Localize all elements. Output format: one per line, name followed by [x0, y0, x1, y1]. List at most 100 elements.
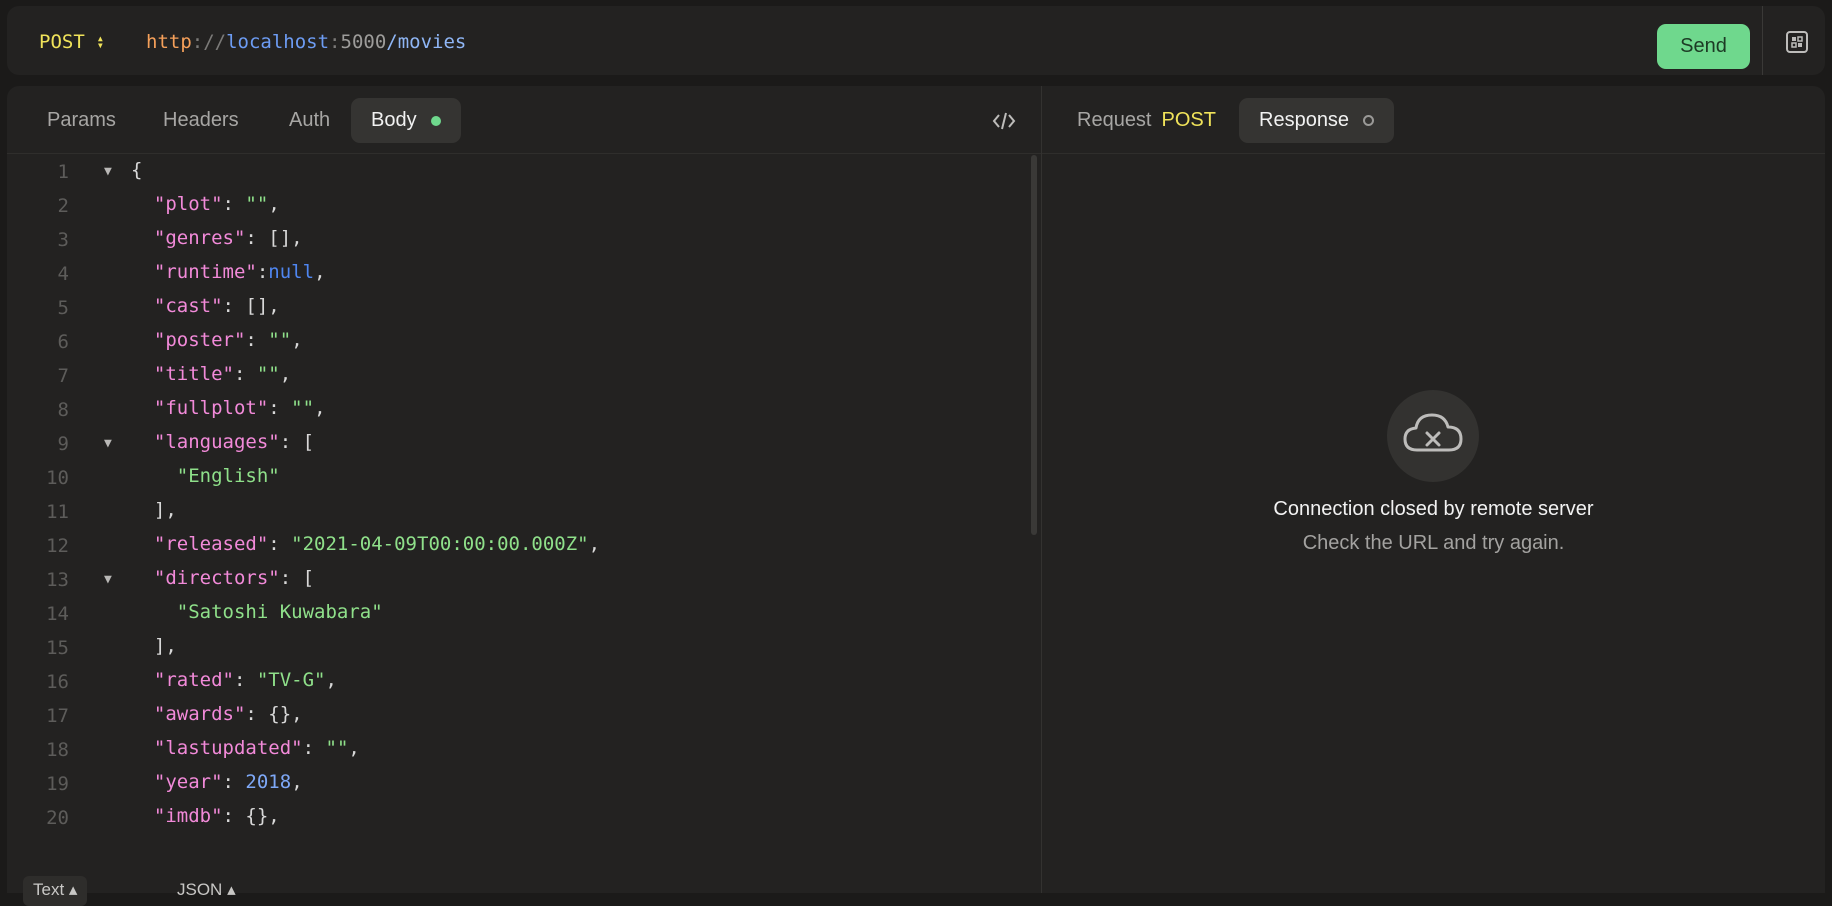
code-line: 15 ], [7, 631, 1027, 665]
method-label: POST [39, 31, 85, 53]
response-status-dot [1363, 115, 1375, 126]
line-number: 15 [46, 637, 69, 659]
line-number: 13 [46, 569, 69, 591]
tab-request-label: Request [1077, 109, 1152, 131]
code-text: "runtime":null, [153, 261, 326, 283]
line-number: 8 [57, 399, 69, 421]
line-number: 5 [57, 297, 69, 319]
code-line: 20 "imdb": {}, [7, 801, 1027, 835]
code-line: 8 "fullplot": "", [7, 393, 1027, 427]
code-line: 2 "plot": "", [7, 189, 1027, 223]
json-body-editor[interactable]: 1 ▼ { 2 "plot": "", 3 "genres": [], 4 "run… [7, 155, 1031, 893]
tab-request-method: POST [1161, 109, 1216, 131]
code-line: 13 ▼ "directors": [ [7, 563, 1027, 597]
code-text: ], [153, 499, 177, 521]
line-number: 6 [57, 331, 69, 353]
response-tabs: Request POST Response [1042, 86, 1825, 154]
url-separator: :// [191, 31, 227, 53]
share-icon[interactable] [1783, 28, 1811, 56]
body-status-dot [430, 115, 441, 126]
url-protocol: http [146, 31, 192, 53]
code-text: "imdb": {}, [153, 805, 280, 827]
code-text: "genres": [], [153, 227, 303, 249]
code-text: "poster": "", [153, 329, 303, 351]
url-path: /movies [386, 31, 467, 53]
request-bar: POST ▴ ▾ http://localhost:5000/movies Sen… [7, 6, 1825, 75]
json-mode-label: JSON [177, 880, 223, 899]
tab-params-label: Params [47, 109, 116, 131]
line-number: 3 [57, 229, 69, 251]
error-icon-circle [1387, 390, 1479, 482]
code-text: { [131, 159, 143, 181]
url-input[interactable]: http://localhost:5000/movies [146, 31, 466, 53]
code-text: "year": 2018, [153, 771, 303, 793]
tab-response[interactable]: Response [1239, 98, 1395, 143]
divider [1762, 6, 1763, 75]
method-selector[interactable]: POST ▴ ▾ [39, 31, 104, 53]
code-line: 16 "rated": "TV-G", [7, 665, 1027, 699]
line-number: 17 [46, 705, 69, 727]
tab-body-label: Body [371, 109, 417, 131]
line-number: 16 [46, 671, 69, 693]
line-number: 14 [46, 603, 69, 625]
line-number: 1 [57, 161, 69, 183]
code-line: 11 ], [7, 495, 1027, 529]
code-text: "title": "", [153, 363, 292, 385]
line-number: 12 [46, 535, 69, 557]
text-mode-button[interactable]: Text ▴ [23, 876, 88, 906]
code-text: "released": "2021-04-09T00:00:00.000Z", [153, 533, 601, 555]
line-number: 4 [57, 263, 69, 285]
code-text: "lastupdated": "", [153, 737, 360, 759]
cloud-off-icon [1403, 413, 1463, 452]
line-number: 7 [57, 365, 69, 387]
code-line: 17 "awards": {}, [7, 699, 1027, 733]
code-line: 10 "English" [7, 461, 1027, 495]
tab-auth[interactable]: Auth [269, 98, 350, 143]
fold-arrow-icon[interactable]: ▼ [104, 436, 112, 451]
error-subtitle: Check the URL and try again. [1302, 532, 1565, 554]
code-icon[interactable] [992, 111, 1016, 131]
tab-headers-label: Headers [163, 109, 239, 131]
line-number: 20 [46, 807, 69, 829]
code-text: "cast": [], [153, 295, 280, 317]
code-text: "Satoshi Kuwabara" [176, 601, 383, 623]
url-port-separator: : [329, 31, 341, 53]
code-line: 7 "title": "", [7, 359, 1027, 393]
code-line: 3 "genres": [], [7, 223, 1027, 257]
tab-response-label: Response [1259, 109, 1350, 131]
line-number: 10 [46, 467, 69, 489]
fold-arrow-icon[interactable]: ▼ [104, 164, 112, 179]
tab-params[interactable]: Params [27, 98, 136, 143]
chevron-updown-icon: ▴ ▾ [96, 31, 104, 52]
code-text: "directors": [ [153, 567, 315, 589]
fold-arrow-icon[interactable]: ▼ [104, 572, 112, 587]
code-line: 19 "year": 2018, [7, 767, 1027, 801]
response-panel: Request POST Response Connection closed … [1042, 86, 1825, 893]
tab-headers[interactable]: Headers [143, 98, 259, 143]
code-text: ], [153, 635, 177, 657]
code-text: "fullplot": "", [153, 397, 326, 419]
tab-body[interactable]: Body [351, 98, 461, 143]
code-line: 6 "poster": "", [7, 325, 1027, 359]
request-panel: Params Headers Auth Body 1 ▼ { 2 "plot": "… [7, 86, 1041, 906]
url-host: localhost [226, 31, 330, 53]
code-line: 12 "released": "2021-04-09T00:00:00.000Z… [7, 529, 1027, 563]
tab-request[interactable]: Request POST [1057, 98, 1236, 143]
code-line: 14 "Satoshi Kuwabara" [7, 597, 1027, 631]
send-button[interactable]: Send [1657, 24, 1750, 69]
code-text: "awards": {}, [153, 703, 303, 725]
line-number: 19 [46, 773, 69, 795]
code-text: "rated": "TV-G", [153, 669, 337, 691]
line-number: 9 [57, 433, 69, 455]
line-number: 18 [46, 739, 69, 761]
line-number: 11 [46, 501, 69, 523]
code-text: "English" [176, 465, 280, 487]
code-text: "languages": [ [153, 431, 315, 453]
line-number: 2 [57, 195, 69, 217]
code-line: 4 "runtime":null, [7, 257, 1027, 291]
error-title: Connection closed by remote server [1273, 498, 1594, 520]
code-line: 9 ▼ "languages": [ [7, 427, 1027, 461]
json-mode-button[interactable]: JSON ▴ [167, 876, 246, 906]
code-text: "plot": "", [153, 193, 280, 215]
editor-scrollbar[interactable] [1031, 155, 1037, 535]
